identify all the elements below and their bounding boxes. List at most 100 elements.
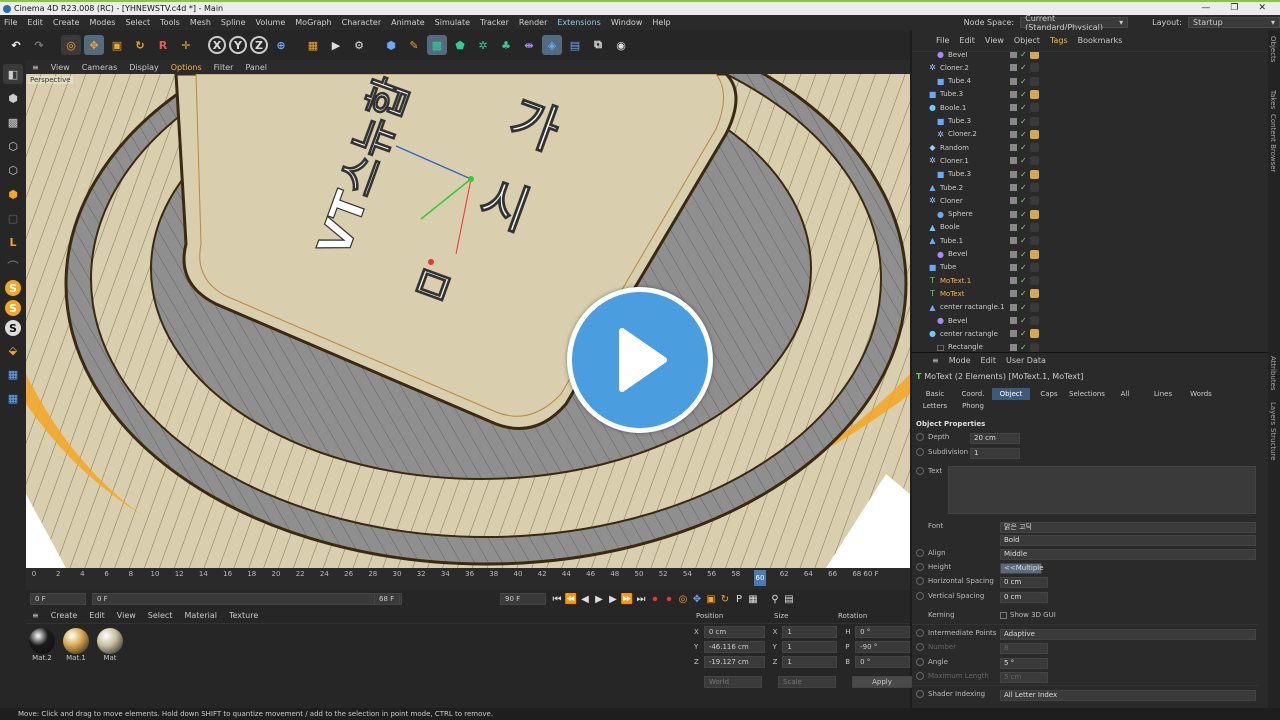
transfer-tool-icon[interactable]: ✛ [176,35,196,55]
enable-check-icon[interactable]: ✓ [1020,77,1027,86]
snap-settings-icon[interactable]: S [5,300,21,316]
scale-key-icon[interactable]: ▣ [704,592,718,606]
visibility-toggle[interactable] [1010,90,1017,98]
keyframe-selection-icon[interactable]: ◎ [676,592,690,606]
tag-icon[interactable] [1029,236,1039,246]
vspacing-field[interactable]: 0 cm [1000,592,1048,603]
hamburger-icon[interactable]: ≡ [32,611,39,620]
visibility-toggle[interactable] [1010,104,1017,112]
object-visibility[interactable]: ✓ [1010,316,1039,325]
tab-coord[interactable]: Coord. [954,388,992,400]
material-swatch[interactable]: Mat.2 [28,628,56,662]
menu-item-modes[interactable]: Modes [89,18,115,27]
material-menu-view[interactable]: View [117,611,136,620]
close-button[interactable]: ✕ [1258,2,1266,15]
hamburger-icon[interactable]: ≡ [932,356,939,365]
animate-dot-icon[interactable] [916,629,924,637]
x-axis-lock-icon[interactable]: X [208,36,226,54]
tag-icon[interactable] [1029,116,1039,126]
motion-system-icon[interactable]: ⚲ [768,592,782,606]
object-visibility[interactable]: ✓ [1010,329,1039,339]
visibility-toggle[interactable] [1010,157,1017,165]
object-row[interactable]: ◆ Random ✓ [912,141,1258,154]
menu-item-extensions[interactable]: Extensions [557,18,600,27]
menu-item-help[interactable]: Help [652,18,670,27]
coordinate-system-icon[interactable]: ⊕ [271,35,291,55]
snap-icon[interactable]: S [5,280,21,296]
tag-icon[interactable] [1029,276,1039,286]
material-menu-edit[interactable]: Edit [89,611,105,620]
axis-mode-icon[interactable]: L [3,232,23,252]
menu-item-simulate[interactable]: Simulate [435,18,470,27]
visibility-toggle[interactable] [1010,277,1017,285]
node-space-dropdown[interactable]: Current (Standard/Physical) ▾ [1020,14,1129,32]
tab-phong[interactable]: Phong [954,400,992,412]
menu-item-file[interactable]: File [4,18,17,27]
video-play-button[interactable] [567,287,713,433]
menu-item-edit[interactable]: Edit [27,18,43,27]
enable-check-icon[interactable]: ✓ [1020,52,1027,59]
visibility-toggle[interactable] [1010,144,1017,152]
object-visibility[interactable]: ✓ [1010,342,1039,352]
align-dropdown[interactable]: Middle [1000,549,1256,560]
size-field[interactable]: 1 [782,625,838,638]
workplane-icon[interactable]: ⬙ [3,340,23,360]
goto-end-icon[interactable]: ⏭ [634,592,648,606]
object-row[interactable]: ✲ Cloner.1 ✓ [912,154,1258,167]
prev-key-icon[interactable]: ⏪ [564,592,578,606]
tag-icon[interactable] [1029,76,1039,86]
text-area[interactable] [948,466,1256,514]
visibility-toggle[interactable] [1010,250,1017,258]
menu-item-tracker[interactable]: Tracker [480,18,509,27]
visibility-toggle[interactable] [1010,170,1017,178]
side-tab-takes[interactable]: Takes [1269,90,1277,109]
animate-dot-icon[interactable] [916,643,924,651]
object-row[interactable]: ▲ center ractangle.1 ✓ [912,301,1258,314]
object-visibility[interactable]: ✓ [1010,196,1039,206]
position-field[interactable]: -19.127 cm [703,655,765,668]
object-visibility[interactable]: ✓ [1010,249,1039,259]
position-field[interactable]: -46.116 cm [703,640,765,653]
enable-check-icon[interactable]: ✓ [1020,276,1027,285]
object-visibility[interactable]: ✓ [1010,52,1039,59]
position-field[interactable]: 0 cm [703,625,765,638]
tab-all[interactable]: All [1106,388,1144,400]
material-menu-select[interactable]: Select [148,611,173,620]
enable-check-icon[interactable]: ✓ [1020,303,1027,312]
side-tab-layers[interactable]: Layers [1269,402,1277,425]
enable-check-icon[interactable]: ✓ [1020,223,1027,232]
animate-dot-icon[interactable] [916,549,924,557]
object-visibility[interactable]: ✓ [1010,89,1039,99]
rotation-key-icon[interactable]: ↻ [718,592,732,606]
timeline-window-icon[interactable]: ▤ [782,592,796,606]
object-row[interactable]: ● Bevel ✓ [912,248,1258,261]
object-visibility[interactable]: ✓ [1010,63,1039,73]
tag-icon[interactable] [1029,103,1039,113]
object-visibility[interactable]: ✓ [1010,103,1039,113]
visibility-toggle[interactable] [1010,184,1017,191]
material-menu-texture[interactable]: Texture [229,611,258,620]
coord-mode-dropdown[interactable]: World [704,676,762,688]
object-visibility[interactable]: ✓ [1010,209,1039,219]
viewport-menu-options[interactable]: Options [171,63,202,72]
menu-item-volume[interactable]: Volume [256,18,286,27]
rotation-field[interactable]: -90 ° [855,640,911,653]
side-tab-content-browser[interactable]: Content Browser [1269,114,1277,172]
material-menu-material[interactable]: Material [184,611,217,620]
cube-icon[interactable]: ⬢ [381,35,401,55]
attr-menu-edit[interactable]: Edit [981,356,997,365]
prev-frame-icon[interactable]: ◀ [578,592,592,606]
object-row[interactable]: □ Rectangle ✓ [912,341,1258,352]
enable-check-icon[interactable]: ✓ [1020,90,1027,99]
animate-dot-icon[interactable] [916,577,924,585]
side-tab-attributes[interactable]: Attributes [1269,356,1277,391]
object-row[interactable]: ● center ractangle ✓ [912,327,1258,340]
rotation-field[interactable]: 0 ° [855,655,911,668]
visibility-toggle[interactable] [1010,210,1017,218]
visibility-toggle[interactable] [1010,290,1017,298]
current-frame-field[interactable]: 0 F [30,593,86,605]
tag-icon[interactable] [1029,129,1039,139]
object-visibility[interactable]: ✓ [1010,276,1039,286]
tag-icon[interactable] [1029,209,1039,219]
animate-dot-icon[interactable] [916,672,924,680]
